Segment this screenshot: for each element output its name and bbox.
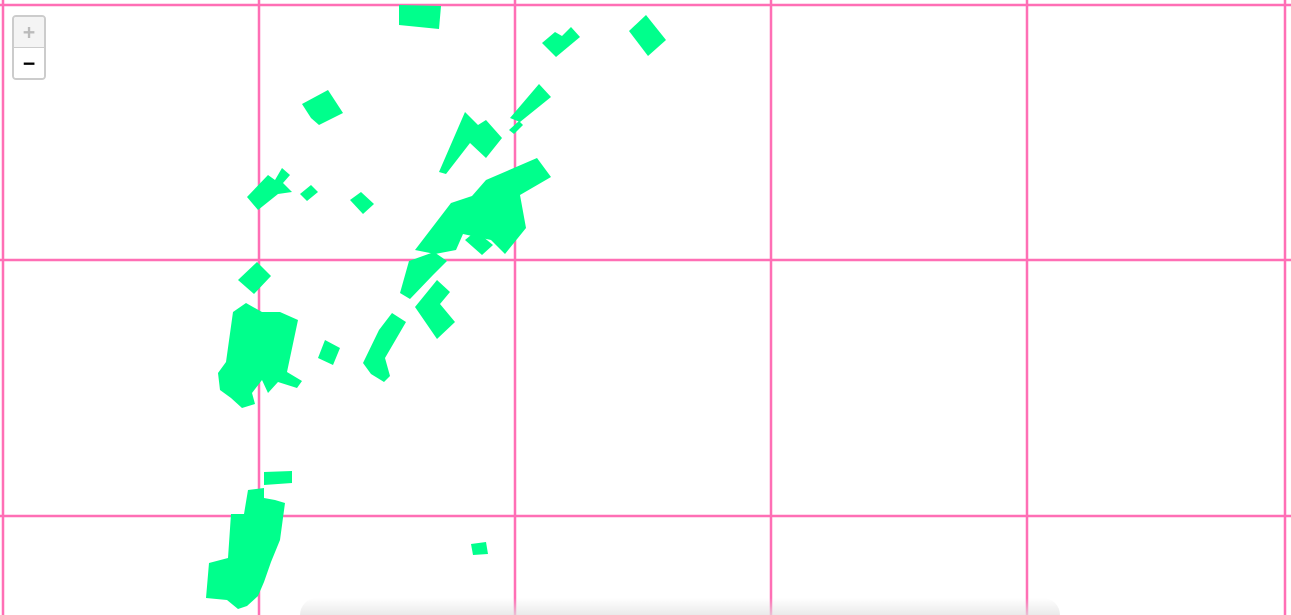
building-footprint <box>399 5 441 29</box>
attribution-shade <box>300 598 1060 615</box>
map-canvas[interactable]: + − <box>0 0 1291 615</box>
building-footprint <box>350 192 374 214</box>
tile-grid <box>0 0 1291 615</box>
building-footprint <box>206 488 285 609</box>
building-footprint <box>250 494 262 512</box>
building-footprint <box>302 90 343 125</box>
building-footprints <box>206 5 666 609</box>
building-footprint <box>415 280 455 339</box>
building-footprint <box>300 185 318 201</box>
building-footprint <box>264 471 292 485</box>
building-footprint <box>247 168 292 210</box>
building-footprint <box>439 112 502 174</box>
zoom-in-button[interactable]: + <box>14 17 44 48</box>
zoom-control: + − <box>12 15 46 80</box>
building-footprint <box>629 15 666 56</box>
building-footprint <box>363 313 406 382</box>
building-footprint <box>238 262 271 294</box>
building-footprint <box>318 340 340 365</box>
building-footprint <box>542 27 580 57</box>
map-feature-layer <box>0 0 1291 615</box>
building-footprint <box>471 542 488 555</box>
zoom-out-button[interactable]: − <box>14 48 44 78</box>
